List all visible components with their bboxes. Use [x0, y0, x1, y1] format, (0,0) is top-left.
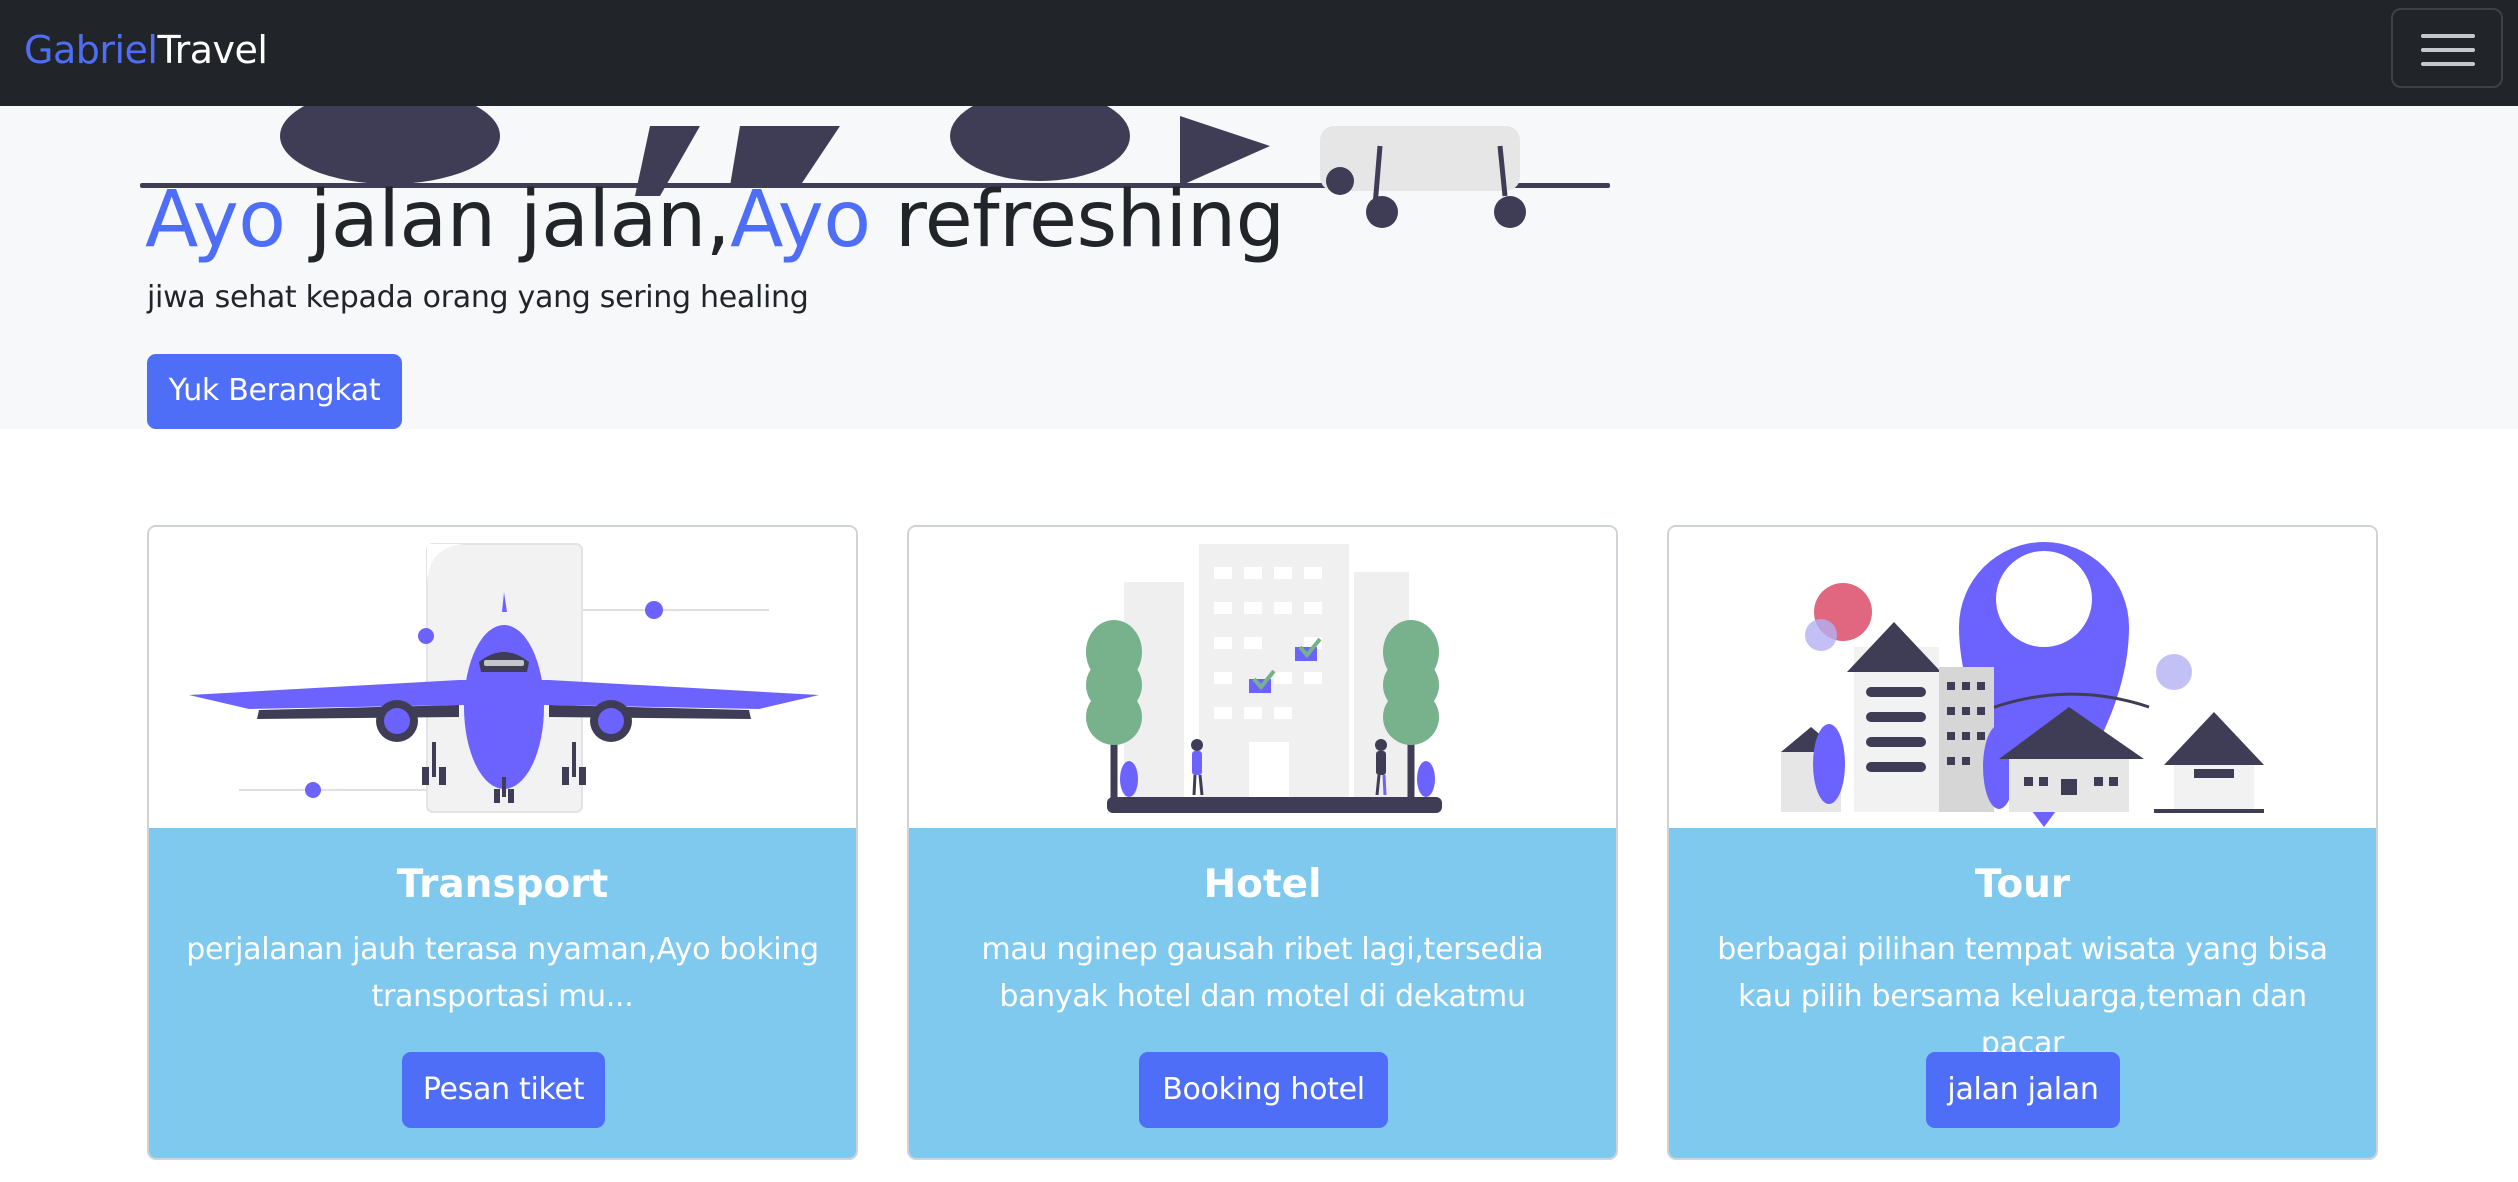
airplane-illustration-icon — [189, 543, 819, 813]
brand-logo-link[interactable]: GabrielTravel — [24, 26, 268, 74]
card-tour-image — [1669, 527, 2376, 828]
hamburger-menu-icon — [2421, 34, 2475, 38]
navbar: GabrielTravel — [0, 0, 2518, 106]
card-hotel-body: Hotel mau nginep gausah ribet lagi,terse… — [909, 828, 1616, 1158]
card-tour-body: Tour berbagai pilihan tempat wisata yang… — [1669, 828, 2376, 1158]
card-title: Transport — [396, 862, 609, 907]
hamburger-line — [2421, 62, 2475, 66]
map-pin-city-illustration-icon — [1781, 542, 2264, 827]
jalan-jalan-button[interactable]: jalan jalan — [1926, 1052, 2120, 1128]
card-text: perjalanan jauh terasa nyaman,Ayo boking… — [186, 932, 819, 1014]
brand-part-gabriel: Gabriel — [24, 28, 158, 72]
hero-title-highlight-1: Ayo — [145, 175, 286, 265]
yuk-berangkat-button[interactable]: Yuk Berangkat — [147, 354, 402, 429]
card-title: Tour — [1974, 862, 2071, 907]
hotel-building-illustration-icon — [1086, 544, 1442, 813]
card-transport-image — [149, 527, 856, 828]
brand-part-travel: Travel — [157, 28, 268, 72]
hero-section: Ayo jalan jalan,Ayo refreshing jiwa seha… — [0, 106, 2518, 429]
card-hotel-image — [909, 527, 1616, 828]
hero-title-text-1: jalan jalan, — [285, 175, 731, 265]
hero-title: Ayo jalan jalan,Ayo refreshing — [145, 170, 1285, 270]
booking-hotel-button[interactable]: Booking hotel — [1139, 1052, 1388, 1128]
navbar-toggle-button[interactable] — [2391, 8, 2503, 88]
hero-subtitle: jiwa sehat kepada orang yang sering heal… — [147, 280, 809, 315]
card-hotel: Hotel mau nginep gausah ribet lagi,terse… — [907, 525, 1618, 1160]
pesan-tiket-button[interactable]: Pesan tiket — [402, 1052, 605, 1128]
hero-title-text-2: refreshing — [870, 175, 1285, 265]
card-transport: Transport perjalanan jauh terasa nyaman,… — [147, 525, 858, 1160]
card-text: mau nginep gausah ribet lagi,tersedia ba… — [981, 932, 1544, 1014]
card-text: berbagai pilihan tempat wisata yang bisa… — [1717, 932, 2328, 1061]
card-transport-body: Transport perjalanan jauh terasa nyaman,… — [149, 828, 856, 1158]
hamburger-line — [2421, 48, 2475, 52]
hero-title-highlight-2: Ayo — [730, 175, 871, 265]
card-title: Hotel — [1203, 862, 1322, 907]
card-tour: Tour berbagai pilihan tempat wisata yang… — [1667, 525, 2378, 1160]
